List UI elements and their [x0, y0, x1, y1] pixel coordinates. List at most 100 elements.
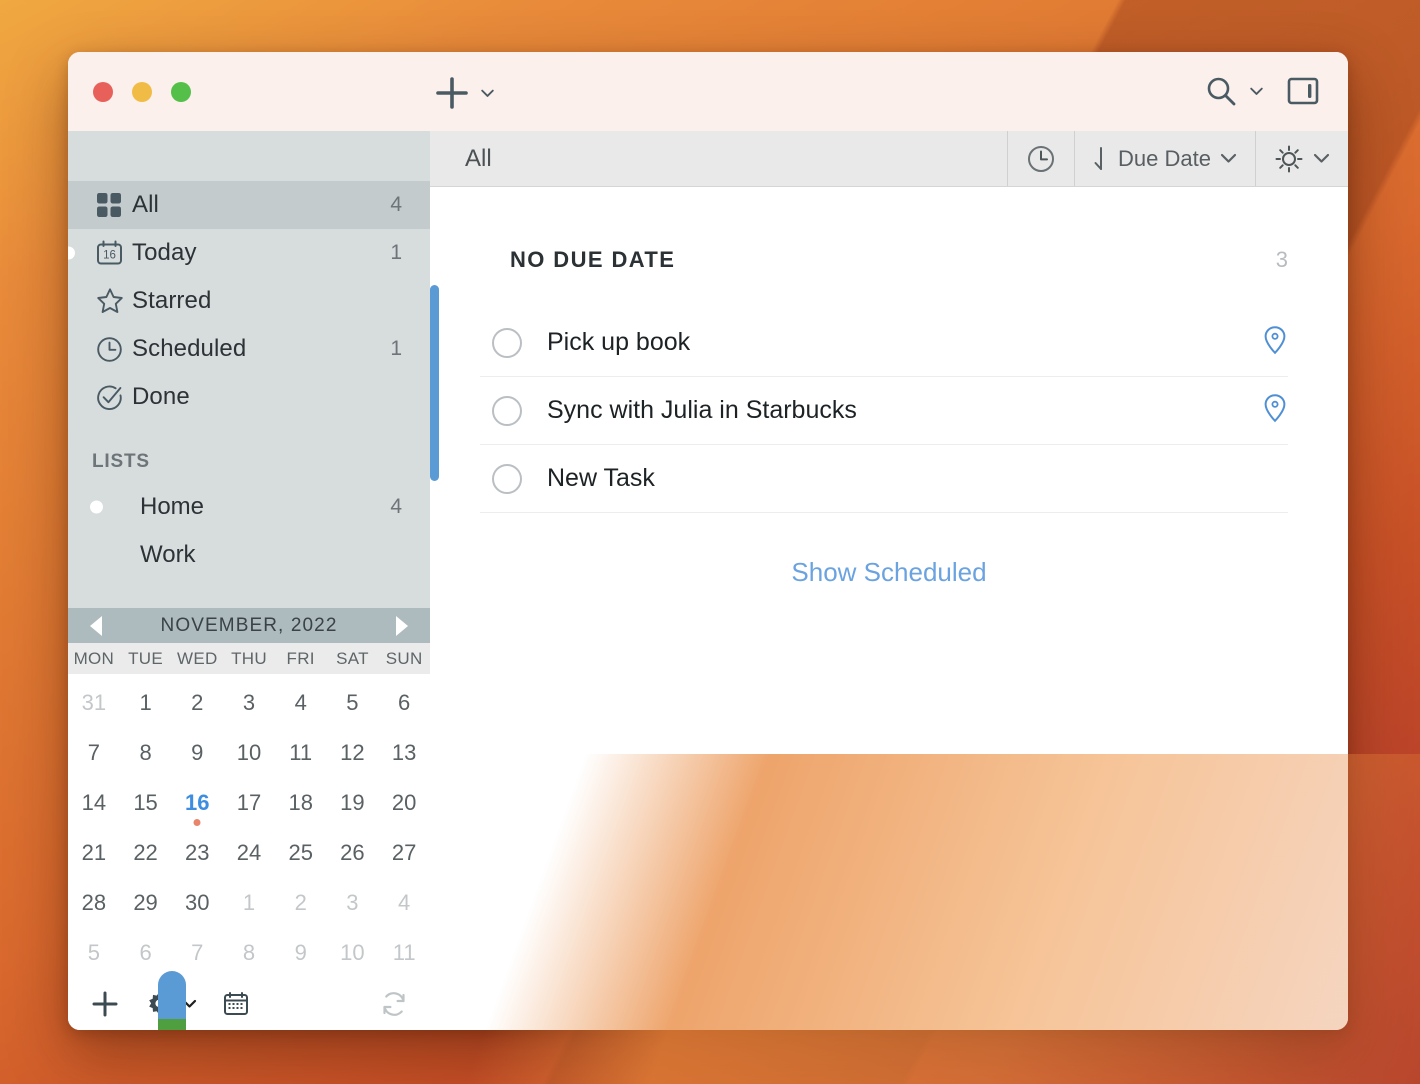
calendar-day-today[interactable]: 16 — [171, 778, 223, 828]
calendar-prev-month-button[interactable] — [90, 616, 102, 636]
calendar-weekday: SUN — [378, 649, 430, 669]
sidebar-lists: Home 4 Work — [68, 483, 430, 579]
sidebar-list-home[interactable]: Home 4 — [68, 483, 430, 531]
appearance-button[interactable] — [1255, 131, 1348, 186]
calendar-day[interactable]: 26 — [327, 828, 379, 878]
calendar-day[interactable]: 13 — [378, 728, 430, 778]
calendar-day-number: 4 — [295, 690, 307, 716]
calendar-day[interactable]: 8 — [120, 728, 172, 778]
sidebar-item-scheduled[interactable]: Scheduled 1 — [68, 325, 430, 373]
calendar-day[interactable]: 6 — [378, 678, 430, 728]
calendar-day[interactable]: 1 — [223, 878, 275, 928]
calendar-day[interactable]: 2 — [171, 678, 223, 728]
task-location-button[interactable] — [1262, 325, 1288, 360]
calendar-day[interactable]: 1 — [120, 678, 172, 728]
task-location-button[interactable] — [1262, 393, 1288, 428]
calendar-day[interactable]: 4 — [378, 878, 430, 928]
calendar-day[interactable]: 11 — [275, 728, 327, 778]
add-task-button[interactable] — [433, 74, 495, 112]
calendar-day[interactable]: 9 — [171, 728, 223, 778]
calendar-day[interactable]: 5 — [327, 678, 379, 728]
sidebar-item-label: Starred — [132, 287, 211, 315]
task-checkbox[interactable] — [492, 464, 522, 494]
calendar-day[interactable]: 10 — [223, 728, 275, 778]
sidebar-item-label: Scheduled — [132, 335, 246, 363]
calendar-weekday: SAT — [327, 649, 379, 669]
sidebar-item-starred[interactable]: Starred — [68, 277, 430, 325]
clock-filter-button[interactable] — [1007, 131, 1074, 186]
calendar-day[interactable]: 22 — [120, 828, 172, 878]
location-pin-icon[interactable] — [1262, 325, 1288, 355]
refresh-icon[interactable] — [380, 990, 408, 1018]
calendar-day[interactable]: 20 — [378, 778, 430, 828]
calendar-day[interactable]: 9 — [275, 928, 327, 978]
plus-icon[interactable] — [90, 989, 120, 1019]
calendar-day[interactable]: 18 — [275, 778, 327, 828]
calendar-day[interactable]: 17 — [223, 778, 275, 828]
calendar-day[interactable]: 28 — [68, 878, 120, 928]
close-button[interactable] — [93, 82, 113, 102]
task-checkbox[interactable] — [492, 396, 522, 426]
calendar-day[interactable]: 3 — [223, 678, 275, 728]
calendar-day-number: 28 — [82, 890, 106, 916]
calendar-icon[interactable] — [223, 991, 249, 1017]
calendar-day[interactable]: 10 — [327, 928, 379, 978]
calendar-day[interactable]: 27 — [378, 828, 430, 878]
calendar-day-number: 3 — [243, 690, 255, 716]
calendar-day[interactable]: 31 — [68, 678, 120, 728]
location-pin-icon[interactable] — [1262, 393, 1288, 423]
calendar-day[interactable]: 25 — [275, 828, 327, 878]
sidebar-item-count: 1 — [390, 241, 402, 265]
calendar-day[interactable]: 5 — [68, 928, 120, 978]
calendar-day[interactable]: 21 — [68, 828, 120, 878]
zoom-button[interactable] — [171, 82, 191, 102]
sort-button[interactable]: Due Date — [1074, 131, 1255, 186]
search-icon — [1204, 74, 1238, 108]
show-scheduled-link[interactable]: Show Scheduled — [430, 557, 1348, 588]
task-checkbox[interactable] — [492, 328, 522, 358]
sidebar: All 4 16 Today 1 — [68, 131, 430, 1030]
calendar-day-number: 29 — [133, 890, 157, 916]
search-button[interactable] — [1204, 74, 1264, 108]
calendar-day[interactable]: 23 — [171, 828, 223, 878]
task-row[interactable]: Pick up book — [480, 309, 1288, 377]
panel-right-icon[interactable] — [1286, 74, 1320, 108]
calendar-day-number: 30 — [185, 890, 209, 916]
calendar-next-month-button[interactable] — [396, 616, 408, 636]
main-content: All Due Date — [430, 131, 1348, 1030]
calendar-day[interactable]: 6 — [120, 928, 172, 978]
calendar-day[interactable]: 8 — [223, 928, 275, 978]
calendar-day[interactable]: 3 — [327, 878, 379, 928]
task-row[interactable]: New Task — [480, 445, 1288, 513]
minimize-button[interactable] — [132, 82, 152, 102]
calendar-day-number: 14 — [82, 790, 106, 816]
calendar-day[interactable]: 12 — [327, 728, 379, 778]
calendar-day[interactable]: 29 — [120, 878, 172, 928]
calendar-16-icon: 16 — [96, 240, 126, 267]
calendar-day[interactable]: 15 — [120, 778, 172, 828]
calendar-day[interactable]: 7 — [171, 928, 223, 978]
task-row[interactable]: Sync with Julia in Starbucks — [480, 377, 1288, 445]
sidebar-item-today[interactable]: 16 Today 1 — [68, 229, 430, 277]
chevron-down-icon — [1313, 153, 1330, 164]
grid-icon — [96, 192, 126, 218]
sidebar-item-count: 1 — [390, 337, 402, 361]
calendar-day[interactable]: 24 — [223, 828, 275, 878]
calendar-day[interactable]: 7 — [68, 728, 120, 778]
sort-label: Due Date — [1118, 146, 1211, 172]
calendar-day[interactable]: 2 — [275, 878, 327, 928]
calendar-day[interactable]: 4 — [275, 678, 327, 728]
calendar-day[interactable]: 30 — [171, 878, 223, 928]
calendar-day[interactable]: 19 — [327, 778, 379, 828]
sidebar-smart-lists: All 4 16 Today 1 — [68, 181, 430, 421]
sidebar-item-all[interactable]: All 4 — [68, 181, 430, 229]
calendar-day[interactable]: 14 — [68, 778, 120, 828]
sidebar-list-work[interactable]: Work — [68, 531, 430, 579]
calendar-day-number: 8 — [139, 740, 151, 766]
calendar-day[interactable]: 11 — [378, 928, 430, 978]
main-title: All — [430, 145, 492, 173]
calendar-day-number: 20 — [392, 790, 416, 816]
calendar-day-number: 25 — [288, 840, 312, 866]
calendar-day-number: 7 — [88, 740, 100, 766]
sidebar-item-done[interactable]: Done — [68, 373, 430, 421]
